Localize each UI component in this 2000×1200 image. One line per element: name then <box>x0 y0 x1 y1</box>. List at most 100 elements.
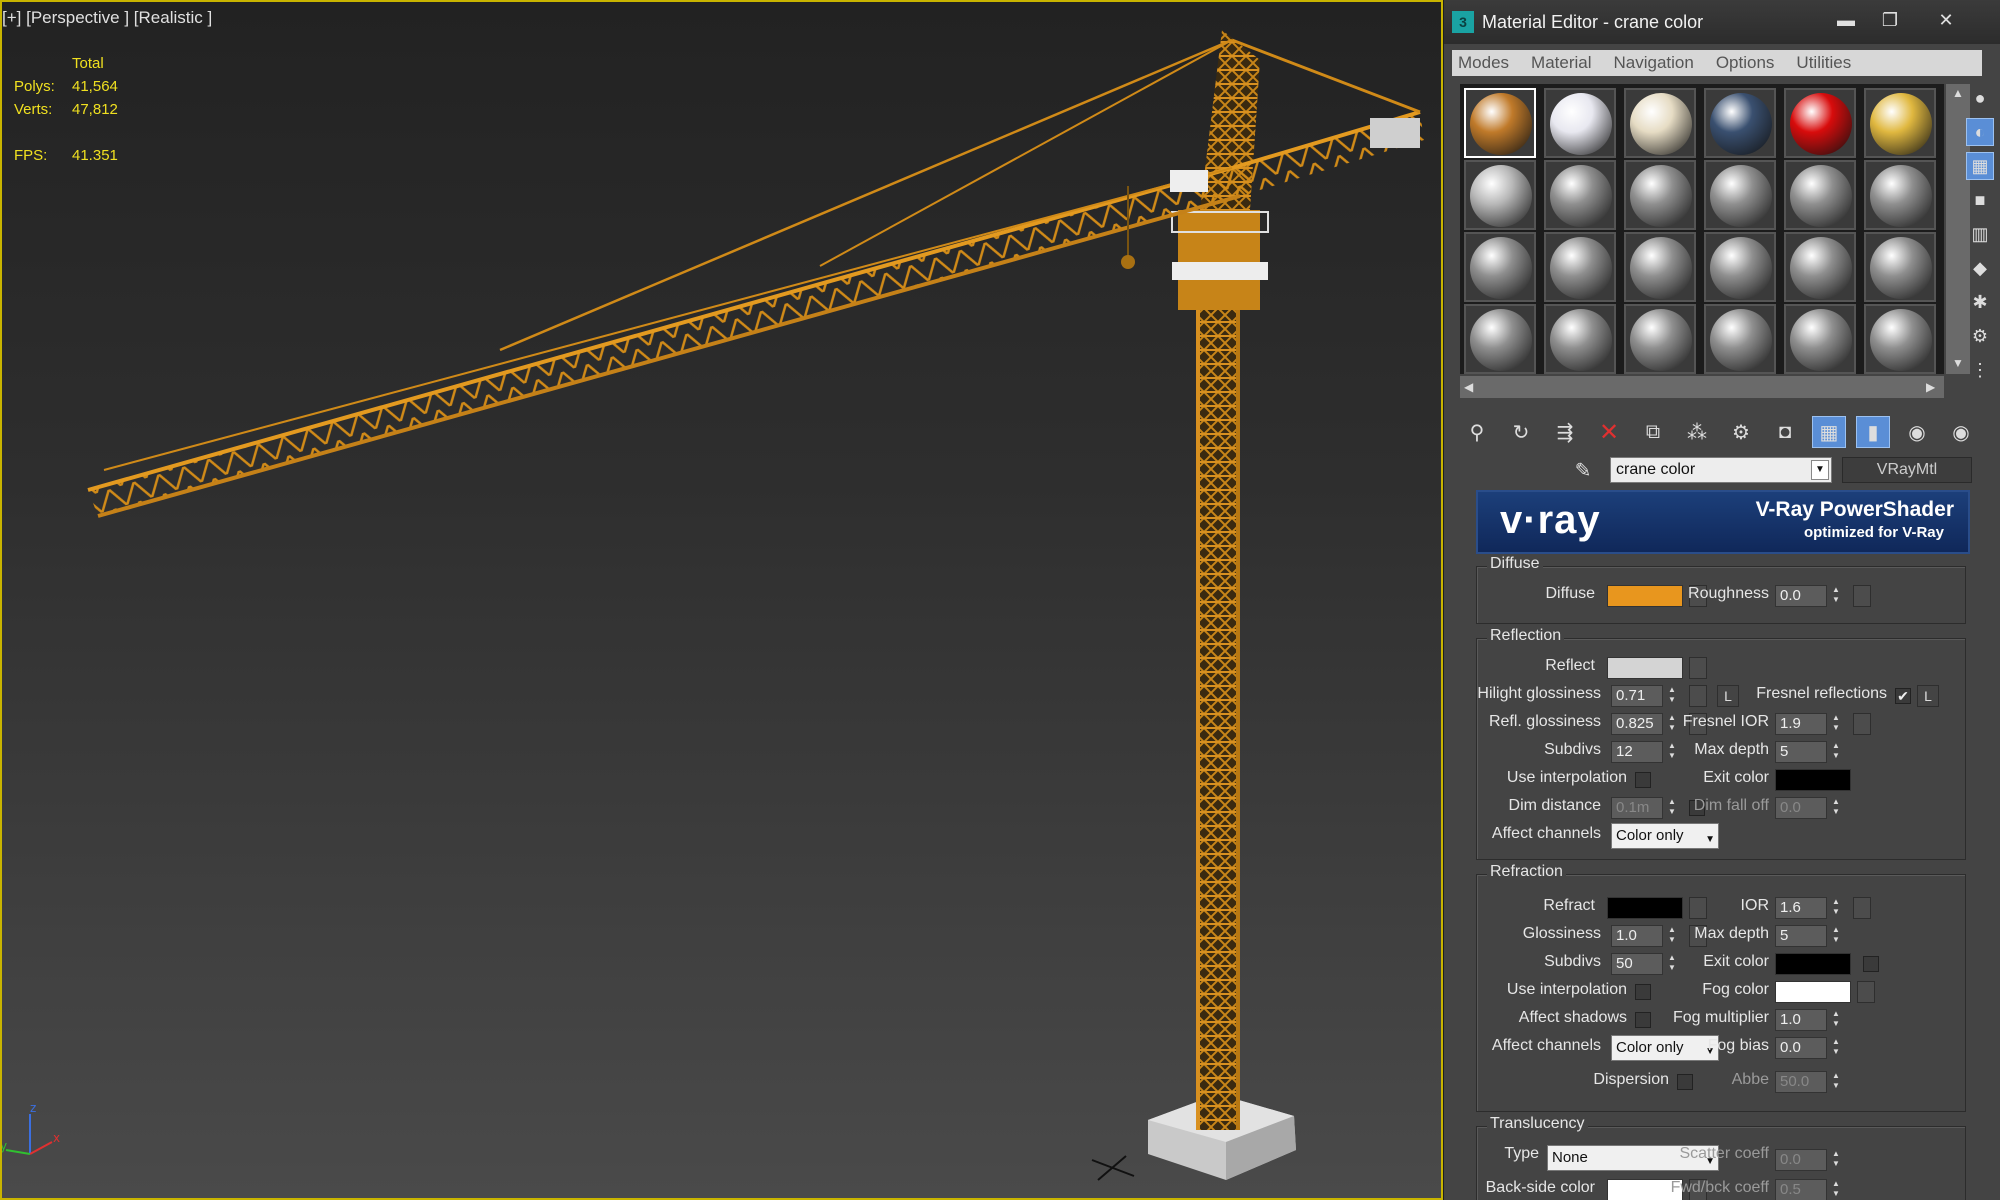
go-forward-sibling-icon[interactable]: ◉ <box>1944 416 1978 448</box>
material-id-channel-icon[interactable]: ◘ <box>1768 416 1802 448</box>
material-slot[interactable] <box>1784 88 1856 158</box>
background-icon[interactable]: ▦ <box>1966 152 1994 180</box>
roughness-spinner[interactable]: ▲ ▼ <box>1829 585 1843 607</box>
material-slot[interactable] <box>1864 88 1936 158</box>
viewport-label[interactable]: [+] [Perspective ] [Realistic ] <box>2 8 212 28</box>
parameters-scrollbar[interactable] <box>1970 490 1986 1200</box>
material-type-button[interactable]: VRayMtl <box>1842 457 1972 483</box>
material-slot[interactable] <box>1464 88 1536 158</box>
reflection-exit-color-swatch[interactable] <box>1775 769 1851 791</box>
refraction-glossiness-input[interactable]: 1.0 <box>1611 925 1663 947</box>
refl-glossiness-spinner[interactable]: ▲ ▼ <box>1665 713 1679 735</box>
fresnel-ior-input[interactable]: 1.9 <box>1775 713 1827 735</box>
fog-multiplier-input[interactable]: 1.0 <box>1775 1009 1827 1031</box>
fog-color-map-button[interactable] <box>1857 981 1875 1003</box>
put-to-library-icon[interactable]: ⚙ <box>1724 416 1758 448</box>
slots-horizontal-scrollbar[interactable]: ◀ ▶ <box>1460 376 1944 398</box>
material-slot[interactable] <box>1704 304 1776 374</box>
material-slot[interactable] <box>1704 160 1776 230</box>
sample-uv-tiling-icon[interactable]: ■ <box>1966 186 1994 214</box>
material-slot[interactable] <box>1704 232 1776 302</box>
hilight-glossiness-input[interactable]: 0.71 <box>1611 685 1663 707</box>
material-slot[interactable] <box>1784 160 1856 230</box>
refraction-affect-channels-dropdown[interactable]: Color only ▼ <box>1611 1035 1719 1061</box>
scatter-coeff-input[interactable]: 0.0 <box>1775 1149 1827 1171</box>
material-editor-titlebar[interactable]: 3 Material Editor - crane color <box>1444 0 2000 44</box>
material-slot[interactable] <box>1784 232 1856 302</box>
eyedropper-icon[interactable]: ✎ <box>1568 456 1598 484</box>
backlight-icon[interactable]: ◐ <box>1966 118 1994 146</box>
fwd-bck-coeff-input[interactable]: 0.5 <box>1775 1179 1827 1200</box>
material-slot[interactable] <box>1864 160 1936 230</box>
minimize-button[interactable]: ▬ <box>1828 8 1864 32</box>
material-slot[interactable] <box>1704 88 1776 158</box>
scatter-coeff-spinner[interactable]: ▲ ▼ <box>1829 1149 1843 1171</box>
affect-shadows-checkbox[interactable] <box>1635 1012 1651 1028</box>
scroll-down-icon[interactable]: ▼ <box>1952 356 1964 370</box>
refraction-subdivs-spinner[interactable]: ▲ ▼ <box>1665 953 1679 975</box>
material-slot[interactable] <box>1544 160 1616 230</box>
material-slot[interactable] <box>1464 232 1536 302</box>
assign-to-selection-icon[interactable]: ⇶ <box>1548 416 1582 448</box>
make-unique-icon[interactable]: ⁂ <box>1680 416 1714 448</box>
scroll-right-icon[interactable]: ▶ <box>1926 380 1935 394</box>
material-name-field[interactable]: crane color ▼ <box>1610 457 1832 483</box>
refraction-exit-color-swatch[interactable] <box>1775 953 1851 975</box>
menu-options[interactable]: Options <box>1716 53 1775 73</box>
dim-fall-off-input[interactable]: 0.0 <box>1775 797 1827 819</box>
reflection-max-depth-input[interactable]: 5 <box>1775 741 1827 763</box>
material-slot[interactable] <box>1864 232 1936 302</box>
sample-type-icon[interactable]: ● <box>1966 84 1994 112</box>
menu-navigation[interactable]: Navigation <box>1614 53 1694 73</box>
material-slot[interactable] <box>1784 304 1856 374</box>
video-color-check-icon[interactable]: ▥ <box>1966 220 1994 248</box>
scroll-up-icon[interactable]: ▲ <box>1952 86 1964 100</box>
roughness-input[interactable]: 0.0 <box>1775 585 1827 607</box>
ior-map-button[interactable] <box>1853 897 1871 919</box>
go-to-parent-icon[interactable]: ◉ <box>1900 416 1934 448</box>
options-icon[interactable]: ✱ <box>1966 288 1994 316</box>
material-slot[interactable] <box>1464 160 1536 230</box>
ior-input[interactable]: 1.6 <box>1775 897 1827 919</box>
reflection-subdivs-spinner[interactable]: ▲ ▼ <box>1665 741 1679 763</box>
show-shaded-material-icon[interactable]: ▦ <box>1812 416 1846 448</box>
dim-distance-spinner[interactable]: ▲ ▼ <box>1665 797 1679 819</box>
ior-spinner[interactable]: ▲ ▼ <box>1829 897 1843 919</box>
fwd-bck-coeff-spinner[interactable]: ▲ ▼ <box>1829 1179 1843 1200</box>
refract-map-button[interactable] <box>1689 897 1707 919</box>
fog-color-swatch[interactable] <box>1775 981 1851 1003</box>
fresnel-ior-map-button[interactable] <box>1853 713 1871 735</box>
reflect-map-button[interactable] <box>1689 657 1707 679</box>
material-slot[interactable] <box>1544 88 1616 158</box>
material-slot[interactable] <box>1464 304 1536 374</box>
fresnel-ior-spinner[interactable]: ▲ ▼ <box>1829 713 1843 735</box>
material-slot[interactable] <box>1624 232 1696 302</box>
reflection-use-interpolation-checkbox[interactable] <box>1635 772 1651 788</box>
show-end-result-icon[interactable]: ▮ <box>1856 416 1890 448</box>
dim-fall-off-spinner[interactable]: ▲ ▼ <box>1829 797 1843 819</box>
fog-bias-spinner[interactable]: ▲ ▼ <box>1829 1037 1843 1059</box>
scroll-left-icon[interactable]: ◀ <box>1464 380 1473 394</box>
reflection-affect-channels-dropdown[interactable]: Color only ▼ <box>1611 823 1719 849</box>
reflect-color-swatch[interactable] <box>1607 657 1683 679</box>
material-slot[interactable] <box>1624 88 1696 158</box>
abbe-input[interactable]: 50.0 <box>1775 1071 1827 1093</box>
hilight-lock-button[interactable]: L <box>1717 685 1739 707</box>
put-to-scene-icon[interactable]: ↻ <box>1504 416 1538 448</box>
material-slot[interactable] <box>1624 160 1696 230</box>
select-by-material-icon[interactable]: ⚙ <box>1966 322 1994 350</box>
close-button[interactable]: ✕ <box>1928 8 1964 32</box>
menu-modes[interactable]: Modes <box>1458 53 1509 73</box>
roughness-map-button[interactable] <box>1853 585 1871 607</box>
chevron-down-icon[interactable]: ▼ <box>1811 460 1829 480</box>
reflection-subdivs-input[interactable]: 12 <box>1611 741 1663 763</box>
refl-glossiness-input[interactable]: 0.825 <box>1611 713 1663 735</box>
refraction-subdivs-input[interactable]: 50 <box>1611 953 1663 975</box>
menu-utilities[interactable]: Utilities <box>1796 53 1851 73</box>
material-slot[interactable] <box>1544 232 1616 302</box>
fresnel-lock-button[interactable]: L <box>1917 685 1939 707</box>
menu-material[interactable]: Material <box>1531 53 1591 73</box>
material-slot[interactable] <box>1864 304 1936 374</box>
fog-multiplier-spinner[interactable]: ▲ ▼ <box>1829 1009 1843 1031</box>
perspective-viewport[interactable]: [+] [Perspective ] [Realistic ] Total Po… <box>0 0 1443 1200</box>
